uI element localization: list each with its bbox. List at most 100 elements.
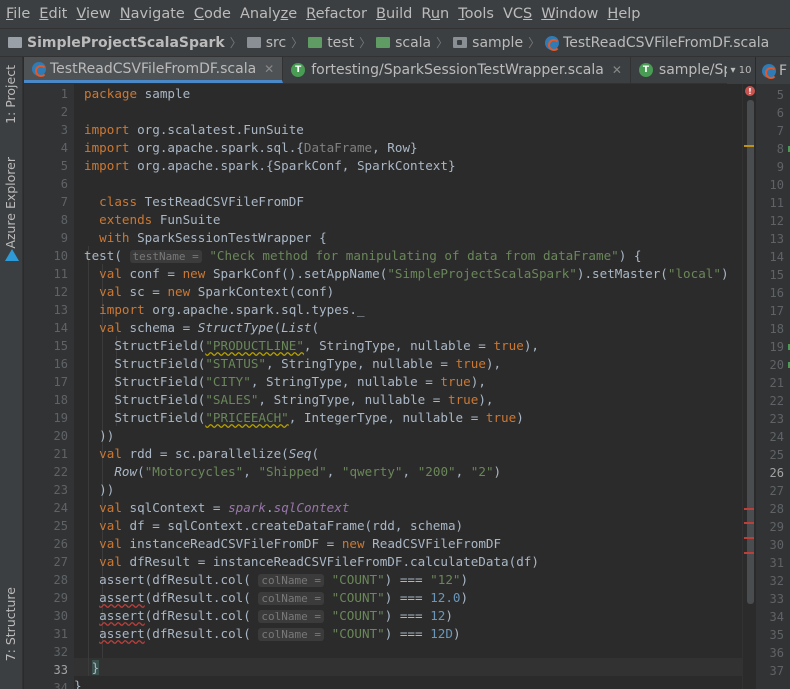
close-icon[interactable]: ✕: [612, 63, 622, 77]
line-number[interactable]: 1: [24, 87, 68, 101]
line-number: 31: [769, 556, 784, 570]
close-icon[interactable]: ✕: [264, 62, 274, 76]
tab-spark-session-wrapper[interactable]: T fortesting/SparkSessionTestWrapper.sca…: [283, 57, 631, 83]
right-split-editor[interactable]: 5 6 7 8 9 10 11 12 13 14 15 16 17 18 19 20 21 22 23 24 25 26 2…: [755, 84, 790, 689]
error-marker[interactable]: [744, 552, 754, 554]
line-number[interactable]: 5: [24, 159, 68, 173]
line-number: 13: [769, 232, 784, 246]
line-number[interactable]: 13: [24, 303, 68, 317]
menu-view[interactable]: View: [76, 6, 110, 22]
line-number: 29: [769, 520, 784, 534]
code-line-23: )): [99, 482, 115, 497]
warning-marker[interactable]: [744, 145, 754, 147]
code-line-26: val instanceReadCSVFileFromDF = new Read…: [99, 536, 502, 551]
line-number[interactable]: 14: [24, 321, 68, 335]
line-number[interactable]: 32: [24, 645, 68, 659]
tab-overflow-button[interactable]: ▾ 10: [727, 57, 755, 84]
tab-test-read-csv[interactable]: TestReadCSVFileFromDF.scala ✕: [24, 57, 284, 83]
menu-vcs[interactable]: VCS: [503, 6, 532, 22]
menu-navigate[interactable]: Navigate: [120, 6, 185, 22]
line-number: 27: [769, 484, 784, 498]
line-number[interactable]: 17: [24, 375, 68, 389]
line-number[interactable]: 20: [24, 429, 68, 443]
code-line-33: }: [91, 660, 100, 675]
line-number[interactable]: 15: [24, 339, 68, 353]
vertical-scrollbar[interactable]: [747, 100, 754, 604]
line-number[interactable]: 7: [24, 195, 68, 209]
breadcrumb-project[interactable]: SimpleProjectScalaSpark: [8, 35, 225, 51]
line-number[interactable]: 23: [24, 483, 68, 497]
code-line-21: val rdd = sc.parallelize(Seq(: [99, 446, 320, 461]
line-number[interactable]: 19: [24, 411, 68, 425]
menu-refactor[interactable]: Refactor: [306, 6, 367, 22]
menu-help[interactable]: Help: [607, 6, 640, 22]
menu-run[interactable]: Run: [421, 6, 449, 22]
line-number[interactable]: 21: [24, 447, 68, 461]
code-line-7: class TestReadCSVFileFromDF: [99, 194, 304, 209]
menu-window[interactable]: Window: [541, 6, 598, 22]
line-number: 16: [769, 286, 784, 300]
error-marker[interactable]: [744, 537, 754, 539]
line-number[interactable]: 33: [24, 663, 68, 677]
line-number: 10: [769, 178, 784, 192]
error-marker[interactable]: [744, 522, 754, 524]
line-number[interactable]: 18: [24, 393, 68, 407]
breadcrumb-src[interactable]: src: [246, 35, 286, 51]
line-number[interactable]: 34: [24, 681, 68, 689]
menu-build[interactable]: Build: [376, 6, 412, 22]
test-file-icon: T: [291, 63, 306, 77]
line-number[interactable]: 2: [24, 105, 68, 119]
project-tool-button[interactable]: 1: Project: [3, 65, 18, 124]
error-marker[interactable]: [744, 508, 754, 510]
line-number[interactable]: 3: [24, 123, 68, 137]
breadcrumb-label: sample: [472, 34, 524, 51]
line-number[interactable]: 26: [24, 537, 68, 551]
line-number[interactable]: 31: [24, 627, 68, 641]
breadcrumb-scala[interactable]: scala: [376, 35, 431, 51]
line-number[interactable]: 10: [24, 249, 68, 263]
test-folder-icon: [308, 37, 323, 48]
line-number[interactable]: 16: [24, 357, 68, 371]
line-number[interactable]: 24: [24, 501, 68, 515]
line-number[interactable]: 28: [24, 573, 68, 587]
breadcrumb-test[interactable]: test: [308, 35, 354, 51]
line-number-gutter: 1 2 3 4 5 6 7 8 9 10 11 12 13 14 15 16 17 18 19 20 21 22 23 24 2…: [24, 84, 74, 689]
line-number[interactable]: 22: [24, 465, 68, 479]
chevron-right-icon: 〉: [291, 36, 304, 50]
right-pane-tab[interactable]: F: [755, 57, 790, 84]
line-number[interactable]: 29: [24, 591, 68, 605]
menu-analyze[interactable]: Analyze: [240, 6, 297, 22]
line-number[interactable]: 30: [24, 609, 68, 623]
structure-tool-button[interactable]: 7: Structure: [3, 587, 18, 661]
breadcrumb-label: SimpleProjectScalaSpark: [27, 34, 225, 51]
line-number[interactable]: 4: [24, 141, 68, 155]
line-number: 6: [776, 106, 784, 120]
line-number[interactable]: 11: [24, 267, 68, 281]
error-indicator-icon[interactable]: !: [745, 86, 755, 96]
code-line-18: StructField("SALES", StringType, nullabl…: [84, 392, 494, 407]
chevron-right-icon: 〉: [359, 36, 372, 50]
menu-edit[interactable]: Edit: [39, 6, 67, 22]
line-number[interactable]: 9: [24, 231, 68, 245]
code-editor[interactable]: package sample import org.scalatest.FunS…: [74, 84, 742, 689]
code-line-4: import org.apache.spark.sql.{DataFrame, …: [84, 140, 418, 155]
code-line-11: val conf = new SparkConf().setAppName("S…: [99, 266, 729, 281]
breadcrumb-file[interactable]: TestReadCSVFileFromDF.scala: [545, 35, 769, 51]
line-number: 36: [769, 646, 784, 660]
breadcrumb-sample[interactable]: sample: [453, 35, 523, 51]
line-number[interactable]: 12: [24, 285, 68, 299]
menu-tools[interactable]: Tools: [458, 6, 494, 22]
line-number[interactable]: 8: [24, 213, 68, 227]
line-number[interactable]: 6: [24, 177, 68, 191]
line-number[interactable]: 25: [24, 519, 68, 533]
line-number: 32: [769, 574, 784, 588]
menu-code[interactable]: Code: [194, 6, 231, 22]
menu-file[interactable]: File: [6, 6, 30, 22]
line-number[interactable]: 27: [24, 555, 68, 569]
azure-explorer-tool-button[interactable]: Azure Explorer: [3, 157, 18, 249]
code-line-9: with SparkSessionTestWrapper {: [99, 230, 327, 245]
line-number: 9: [776, 160, 784, 174]
line-number: 30: [769, 538, 784, 552]
tab-label: fortesting/SparkSessionTestWrapper.scala: [311, 62, 604, 78]
line-number: 28: [769, 502, 784, 516]
